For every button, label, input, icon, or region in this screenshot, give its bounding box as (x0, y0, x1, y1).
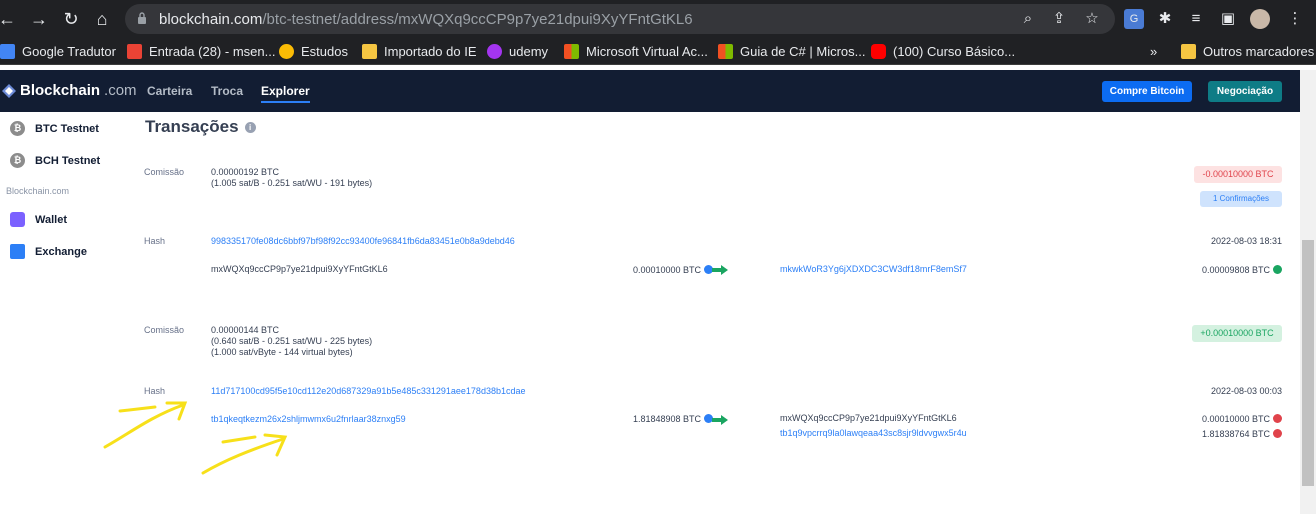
tx-date: 2022-08-03 18:31 (1210, 236, 1282, 246)
sidebar-section-label: Blockchain.com (6, 186, 70, 196)
arrow-right-icon (712, 265, 728, 275)
output-amount: 0.00010000 BTC (1150, 414, 1282, 424)
url-text: blockchain.com/btc-testnet/address/mxWQX… (159, 11, 693, 28)
sidepanel-icon[interactable]: ▣ (1218, 9, 1238, 29)
udemy-icon (487, 43, 502, 59)
site-header: Blockchain .com Carteira Troca Explorer C… (0, 70, 1300, 112)
wallet-icon (10, 212, 25, 227)
output-amount: 0.00009808 BTC (1150, 265, 1282, 275)
fee-detail: (0.640 sat/B - 0.251 sat/WU - 225 bytes) (211, 336, 373, 346)
sidebar-item-bch-testnet[interactable]: ₿ BCH Testnet (10, 153, 100, 168)
nav-explorer[interactable]: Explorer (261, 84, 310, 103)
blockchain-logo-icon (2, 83, 16, 98)
output-address: mxWQXq9ccCP9p7ye21dpui9XyYFntGtKL6 (780, 413, 957, 423)
annotation-arrows-drawing (103, 401, 288, 475)
amount-badge: +0.00010000 BTC (1192, 325, 1282, 342)
exchange-icon (10, 244, 25, 259)
scrollbar-thumb[interactable] (1302, 240, 1314, 486)
nav-troca[interactable]: Troca (211, 84, 243, 98)
menu-icon[interactable]: ⋮ (1285, 9, 1305, 29)
bookmark-item[interactable]: Microsoft Virtual Ac... (564, 42, 708, 60)
fee-value: 0.00000144 BTC (211, 325, 280, 335)
page-title: Transações i (145, 117, 256, 137)
sidebar-item-wallet[interactable]: Wallet (10, 212, 67, 227)
extensions-icon[interactable]: ✱ (1155, 9, 1175, 29)
bookmark-item[interactable]: Estudos (279, 42, 348, 60)
bookmark-item[interactable]: Entrada (28) - msen... (127, 42, 275, 60)
share-icon[interactable]: ⇪ (1050, 10, 1068, 28)
browser-toolbar: ← → ↻ ⌂ blockchain.com/btc-testnet/addre… (0, 0, 1316, 38)
buy-bitcoin-button[interactable]: Compre Bitcoin (1102, 81, 1192, 102)
page-scrollbar[interactable] (1300, 70, 1316, 514)
output-amount: 1.81838764 BTC (1150, 429, 1282, 439)
bookmark-item[interactable]: (100) Curso Básico... (871, 42, 1015, 60)
gmail-icon (127, 43, 142, 59)
input-amount: 0.00010000 BTC (600, 265, 713, 275)
input-amount: 1.81848908 BTC (600, 414, 713, 424)
bookmark-item[interactable]: Google Tradutor (0, 42, 116, 60)
zoom-icon[interactable]: ⌕ (1019, 10, 1037, 28)
tx-hash-link[interactable]: 998335170fe08dc6bbf97bf98f92cc93400fe968… (211, 236, 515, 246)
globe-icon[interactable] (1273, 265, 1282, 274)
folder-icon (1181, 43, 1196, 59)
fee-detail: (1.005 sat/B - 0.251 sat/WU - 191 bytes) (211, 178, 373, 188)
home-icon[interactable]: ⌂ (91, 8, 113, 30)
bitcoin-cash-icon: ₿ (10, 153, 25, 168)
fee-detail: (1.000 sat/vByte - 144 virtual bytes) (211, 347, 353, 357)
microsoft-icon (718, 43, 733, 59)
sidebar-item-exchange[interactable]: Exchange (10, 244, 87, 259)
globe-icon[interactable] (1273, 414, 1282, 423)
other-bookmarks[interactable]: Outros marcadores (1181, 42, 1314, 60)
info-icon[interactable]: i (244, 121, 256, 133)
translate-extension-icon[interactable]: G (1124, 9, 1144, 29)
more-bookmarks-button[interactable]: » (1150, 42, 1157, 60)
fee-label: Comissão (144, 325, 185, 335)
bookmark-item[interactable]: Importado do IE (362, 42, 477, 60)
google-icon (279, 43, 294, 59)
bookmarks-bar: Google Tradutor Entrada (28) - msen... E… (0, 38, 1316, 65)
output-address-link[interactable]: tb1q9vpcrrq9la0lawqeaa43sc8sjr9ldvvgwx5r… (780, 428, 967, 438)
fee-value: 0.00000192 BTC (211, 167, 280, 177)
trade-button[interactable]: Negociação (1208, 81, 1282, 102)
globe-icon[interactable] (1273, 429, 1282, 438)
profile-avatar[interactable] (1250, 9, 1270, 29)
bitcoin-icon: ₿ (10, 121, 25, 136)
star-icon[interactable]: ☆ (1083, 10, 1101, 28)
folder-icon (362, 43, 377, 59)
microsoft-icon (564, 43, 579, 59)
output-address-link[interactable]: mkwkWoR3Yg6jXDXDC3CW3df18mrF8emSf7 (780, 264, 967, 274)
sidebar-item-btc-testnet[interactable]: ₿ BTC Testnet (10, 121, 99, 136)
nav-carteira[interactable]: Carteira (147, 84, 192, 98)
arrow-right-icon (712, 415, 728, 425)
reload-icon[interactable]: ↻ (60, 8, 82, 30)
hash-label: Hash (144, 236, 166, 246)
address-bar[interactable]: blockchain.com/btc-testnet/address/mxWQX… (125, 4, 1115, 34)
lock-icon (138, 12, 146, 24)
translate-icon (0, 43, 15, 59)
forward-icon[interactable]: → (28, 8, 50, 30)
bookmark-item[interactable]: Guia de C# | Micros... (718, 42, 865, 60)
confirmations-badge: 1 Confirmações (1200, 191, 1282, 207)
tx-date: 2022-08-03 00:03 (1210, 386, 1282, 396)
blockchain-logo[interactable]: Blockchain .com (2, 82, 137, 99)
bookmark-item[interactable]: udemy (487, 42, 548, 60)
media-icon[interactable]: ≡ (1186, 9, 1206, 29)
back-icon[interactable]: ← (0, 8, 18, 30)
amount-badge: -0.00010000 BTC (1194, 166, 1282, 183)
input-address: mxWQXq9ccCP9p7ye21dpui9XyYFntGtKL6 (211, 264, 388, 274)
youtube-icon (871, 43, 886, 59)
fee-label: Comissão (144, 167, 185, 177)
